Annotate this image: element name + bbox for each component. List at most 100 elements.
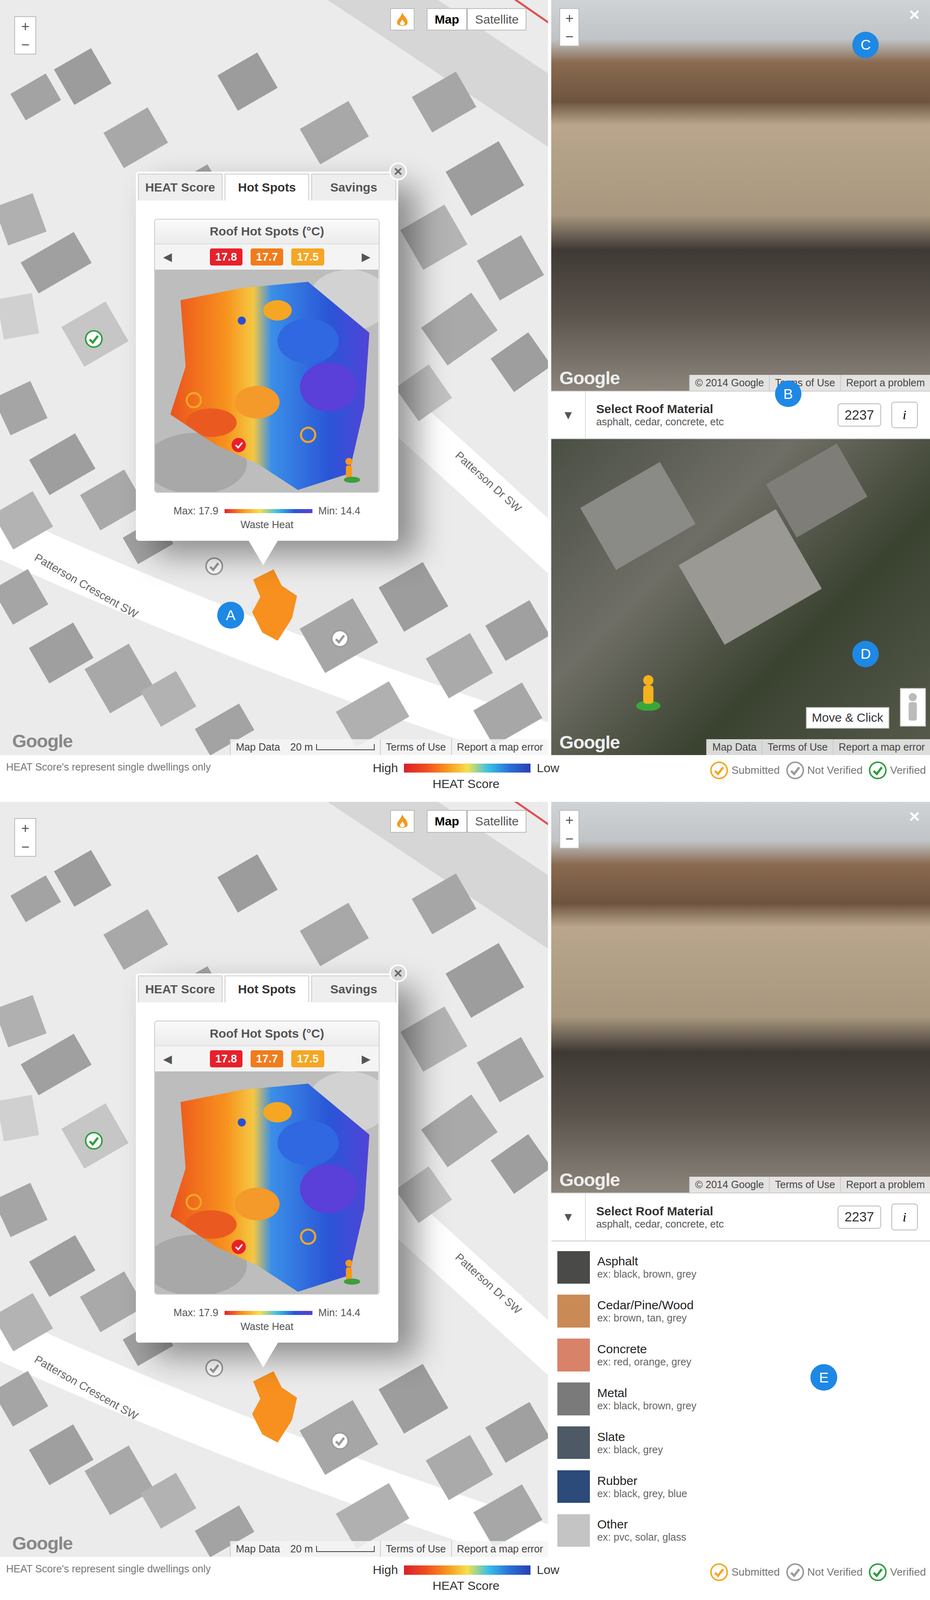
house[interactable] <box>473 683 543 747</box>
house[interactable] <box>217 854 278 913</box>
close-button[interactable]: × <box>904 806 924 828</box>
house[interactable] <box>421 292 498 366</box>
close-button[interactable]: × <box>904 4 924 26</box>
house[interactable] <box>0 193 47 246</box>
house[interactable] <box>395 364 452 422</box>
house[interactable] <box>473 1485 543 1549</box>
house[interactable] <box>411 873 477 935</box>
close-icon[interactable] <box>388 162 408 181</box>
map-type-button[interactable]: Map <box>426 810 468 833</box>
hot-spot-badge[interactable]: 17.8 <box>209 248 243 266</box>
house[interactable] <box>336 681 410 748</box>
popup-tab[interactable]: Savings <box>311 173 396 201</box>
status-check-icon[interactable] <box>330 629 350 649</box>
hot-spot-badge[interactable]: 17.8 <box>209 1050 243 1068</box>
next-button[interactable]: ▶ <box>359 250 373 264</box>
selected-house[interactable] <box>252 1371 297 1444</box>
dropdown-toggle[interactable]: ▼ <box>551 1194 586 1241</box>
zoom-out-button[interactable]: − <box>560 27 579 46</box>
house[interactable] <box>485 600 549 662</box>
hot-spot-badge[interactable]: 17.5 <box>291 248 324 266</box>
map-data-link[interactable]: Map Data <box>229 1541 286 1558</box>
house[interactable] <box>400 204 468 271</box>
house[interactable] <box>28 1425 94 1487</box>
house[interactable] <box>445 943 524 1019</box>
house[interactable] <box>80 469 145 531</box>
status-check-icon[interactable] <box>330 1432 350 1451</box>
house[interactable] <box>378 1364 449 1435</box>
street-view[interactable]: + − × Google © 2014 Google Terms of Use … <box>551 0 930 391</box>
status-check-icon[interactable] <box>205 1359 224 1378</box>
house[interactable] <box>476 235 544 301</box>
house[interactable] <box>140 671 197 727</box>
selected-house[interactable] <box>252 569 297 642</box>
info-button[interactable]: i <box>891 1204 918 1231</box>
house[interactable] <box>80 1272 145 1334</box>
satellite-view[interactable]: Move & Click Google Map DataTerms of Use… <box>551 439 930 756</box>
pegman-control[interactable] <box>899 688 926 727</box>
prev-button[interactable]: ◀ <box>161 1052 175 1067</box>
info-button[interactable]: i <box>891 401 918 429</box>
popup-tab[interactable]: Hot Spots <box>224 975 310 1003</box>
zoom-out-button[interactable]: − <box>15 35 36 54</box>
house[interactable] <box>103 107 169 169</box>
report-link[interactable]: Report a map error <box>451 739 549 756</box>
footer-link[interactable]: Report a map error <box>832 739 930 756</box>
hot-spot-badge[interactable]: 17.5 <box>291 1050 324 1068</box>
popup-tab[interactable]: Savings <box>311 975 396 1003</box>
house[interactable] <box>485 1402 549 1464</box>
roof-option[interactable]: Slate ex: black, grey <box>551 1421 930 1466</box>
house[interactable] <box>20 1034 92 1096</box>
zoom-in-button[interactable]: + <box>15 17 36 36</box>
status-check-icon[interactable] <box>84 329 103 349</box>
house[interactable] <box>299 598 379 674</box>
next-button[interactable]: ▶ <box>359 1052 373 1067</box>
terms-link[interactable]: Terms of Use <box>379 739 452 756</box>
hot-spot-badge[interactable]: 17.7 <box>250 1050 284 1068</box>
house[interactable] <box>0 1293 53 1352</box>
roof-option[interactable]: Concrete ex: red, orange, grey <box>551 1333 930 1378</box>
house[interactable] <box>10 73 62 121</box>
map-type-button[interactable]: Satellite <box>467 810 527 833</box>
house[interactable] <box>421 1095 498 1168</box>
map-data-link[interactable]: Map Data <box>229 739 286 756</box>
house[interactable] <box>476 1037 544 1104</box>
house[interactable] <box>0 1371 49 1428</box>
house[interactable] <box>61 1104 129 1170</box>
house[interactable] <box>378 562 449 632</box>
zoom-out-button[interactable]: − <box>560 829 579 849</box>
zoom-in-button[interactable]: + <box>15 819 36 838</box>
house[interactable] <box>54 48 112 105</box>
report-link[interactable]: Report a map error <box>451 1541 549 1558</box>
map-type-button[interactable]: Satellite <box>467 8 527 31</box>
house[interactable] <box>28 1235 96 1298</box>
house[interactable] <box>490 1135 549 1195</box>
house[interactable] <box>400 1006 468 1073</box>
house[interactable] <box>0 1183 48 1238</box>
house[interactable] <box>425 633 494 699</box>
roof-option[interactable]: Metal ex: black, brown, grey <box>551 1377 930 1422</box>
report-link[interactable]: Report a problem <box>840 375 930 391</box>
zoom-in-button[interactable]: + <box>560 8 579 28</box>
roof-option[interactable]: Asphalt ex: black, brown, grey <box>551 1246 930 1291</box>
hot-spot-badge[interactable]: 17.7 <box>250 248 284 266</box>
close-icon[interactable] <box>388 964 408 983</box>
house[interactable] <box>54 850 112 908</box>
house[interactable] <box>84 1446 155 1516</box>
heat-layer-button[interactable] <box>390 8 415 31</box>
popup-tab[interactable]: Hot Spots <box>224 173 310 201</box>
map[interactable]: Patterson Crescent SW Patterson Dr SW + … <box>0 0 548 756</box>
house[interactable] <box>0 381 48 436</box>
house[interactable] <box>84 644 155 714</box>
house[interactable] <box>490 332 549 393</box>
zoom-out-button[interactable]: − <box>15 838 36 857</box>
house[interactable] <box>299 100 369 165</box>
status-check-icon[interactable] <box>205 557 224 576</box>
house[interactable] <box>10 875 62 923</box>
house[interactable] <box>0 569 49 625</box>
popup-tab[interactable]: HEAT Score <box>137 975 223 1003</box>
dropdown-toggle[interactable]: ▼ <box>551 391 586 439</box>
house[interactable] <box>299 1401 379 1476</box>
house[interactable] <box>299 903 369 968</box>
roof-option[interactable]: Cedar/Pine/Wood ex: brown, tan, grey <box>551 1290 930 1334</box>
